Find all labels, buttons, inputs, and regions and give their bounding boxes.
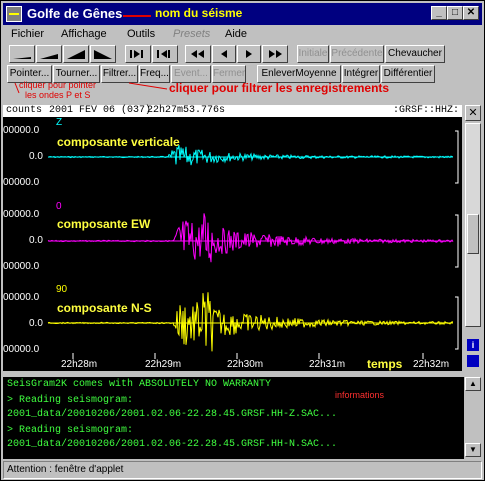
filter-annotation: cliquer pour filtrer les enregistrements bbox=[169, 81, 390, 95]
ch1-y-mid: 0.0 bbox=[29, 151, 43, 162]
menu-fichier[interactable]: Fichier bbox=[11, 28, 44, 40]
channel-1-title: composante verticale bbox=[57, 135, 180, 149]
next-button[interactable] bbox=[237, 45, 261, 63]
menu-outils[interactable]: Outils bbox=[127, 28, 155, 40]
pointer-annotation-1: cliquer pour pointer bbox=[19, 80, 97, 90]
channel-1-number: Z bbox=[56, 117, 63, 128]
amplitude-icon bbox=[13, 57, 31, 59]
channel-3-title: composante N-S bbox=[57, 301, 152, 315]
ch2-y-mid: 0.0 bbox=[29, 235, 43, 246]
channel-2-title: composante EW bbox=[57, 217, 151, 231]
ch3-y-mid: 0.0 bbox=[29, 318, 43, 329]
menu-aide[interactable]: Aide bbox=[225, 28, 247, 40]
ch3-y-bot: 00000.0 bbox=[3, 344, 40, 355]
applet-window: Golfe de Gênes nom du séisme _ □ ✕ Fichi… bbox=[0, 0, 485, 481]
info-icon[interactable]: i bbox=[467, 339, 479, 351]
amplitude-icon bbox=[40, 54, 58, 59]
console-line: > Reading seismogram: bbox=[7, 425, 134, 436]
ch2-y-bot: 00000.0 bbox=[3, 261, 40, 272]
play-icon bbox=[246, 50, 252, 58]
close-plot-icon[interactable]: ✕ bbox=[465, 105, 481, 121]
status-bar: Attention : fenêtre d'applet bbox=[3, 461, 482, 479]
zoom-amp-1-button[interactable] bbox=[9, 45, 35, 63]
step-forward-button[interactable] bbox=[125, 45, 151, 63]
time-axis-label: temps bbox=[367, 357, 403, 371]
menu-presets: Presets bbox=[173, 28, 211, 40]
console-line: SeisGram2K comes with ABSOLUTELY NO WARR… bbox=[7, 379, 272, 390]
close-button[interactable]: ✕ bbox=[463, 6, 479, 20]
vertical-scrollbar[interactable] bbox=[465, 123, 481, 327]
plot-sidebar: ✕ i bbox=[464, 105, 482, 371]
precedente-button[interactable]: Précédente bbox=[330, 45, 384, 63]
maximize-button[interactable]: □ bbox=[447, 6, 463, 20]
amplitude-bracket bbox=[455, 214, 459, 268]
console-line: 2001_data/20010206/2001.02.06-22.28.45.G… bbox=[7, 409, 338, 420]
zoom-amp-2-button[interactable] bbox=[36, 45, 62, 63]
ch1-y-top: 00000.0 bbox=[3, 125, 40, 136]
ch2-y-top: 00000.0 bbox=[3, 209, 40, 220]
plot-header: counts 2001 FEV 06 (037) 22h27m53.776s :… bbox=[3, 105, 462, 117]
amplitude-bracket bbox=[455, 130, 459, 184]
blue-square-icon[interactable] bbox=[467, 355, 479, 367]
fast-forward-button[interactable] bbox=[262, 45, 288, 63]
fast-forward-icon bbox=[269, 50, 282, 58]
window-title: Golfe de Gênes bbox=[27, 6, 123, 21]
initiale-button[interactable]: Initiale bbox=[297, 45, 329, 63]
ch1-y-bot: 00000.0 bbox=[3, 177, 40, 188]
menu-bar: Fichier Affichage Outils Presets Aide bbox=[3, 27, 482, 43]
title-annotation: nom du séisme bbox=[155, 6, 243, 20]
start-time-label: 22h27m53.776s bbox=[147, 105, 226, 116]
play-back-icon bbox=[221, 50, 227, 58]
channel-2-number: 0 bbox=[56, 201, 62, 212]
x-tick-4: 22h31m bbox=[309, 359, 346, 370]
zoom-amp-3-button[interactable] bbox=[63, 45, 89, 63]
scroll-down-icon[interactable]: ▼ bbox=[465, 443, 481, 457]
minimize-button[interactable]: _ bbox=[431, 6, 447, 20]
amplitude-bracket bbox=[455, 296, 459, 350]
x-tick-2: 22h29m bbox=[145, 359, 182, 370]
scroll-up-icon[interactable]: ▲ bbox=[465, 377, 481, 391]
scrollbar-thumb[interactable] bbox=[467, 214, 479, 254]
differentier-button[interactable]: Différentier bbox=[381, 65, 435, 83]
date-label: 2001 FEV 06 (037) bbox=[49, 105, 152, 116]
x-tick-1: 22h28m bbox=[61, 359, 98, 370]
annotation-arrow bbox=[123, 15, 151, 17]
rewind-button[interactable] bbox=[185, 45, 211, 63]
ch3-y-top: 00000.0 bbox=[3, 292, 40, 303]
freq-button[interactable]: Freq... bbox=[139, 65, 170, 83]
step-forward-icon bbox=[130, 50, 143, 58]
filtrer-button[interactable]: Filtrer... bbox=[101, 65, 138, 83]
rewind-icon bbox=[191, 50, 204, 58]
chevaucher-button[interactable]: Chevaucher bbox=[385, 45, 445, 63]
console-line: > Reading seismogram: bbox=[7, 395, 134, 406]
x-tick-5: 22h32m bbox=[413, 359, 450, 370]
channel-3-number: 90 bbox=[56, 284, 68, 295]
console-log: SeisGram2K comes with ABSOLUTELY NO WARR… bbox=[3, 377, 464, 459]
units-label: counts bbox=[6, 105, 43, 116]
title-bar[interactable]: Golfe de Gênes nom du séisme _ □ ✕ bbox=[3, 3, 482, 25]
menu-affichage[interactable]: Affichage bbox=[61, 28, 107, 40]
console-scrollbar[interactable]: ▲ ▼ bbox=[464, 377, 482, 459]
x-tick-3: 22h30m bbox=[227, 359, 264, 370]
zoom-amp-4-button[interactable] bbox=[90, 45, 116, 63]
console-line: 2001_data/20010206/2001.02.06-22.28.45.G… bbox=[7, 439, 338, 450]
previous-button[interactable] bbox=[212, 45, 236, 63]
step-back-button[interactable] bbox=[152, 45, 178, 63]
info-annotation: informations bbox=[335, 390, 385, 400]
amplitude-icon bbox=[94, 50, 112, 59]
app-icon bbox=[6, 6, 22, 22]
pointer-annotation-2: les ondes P et S bbox=[25, 90, 91, 100]
station-label: :GRSF::HHZ: bbox=[393, 105, 460, 116]
step-back-icon bbox=[157, 50, 170, 58]
amplitude-icon bbox=[67, 50, 85, 59]
